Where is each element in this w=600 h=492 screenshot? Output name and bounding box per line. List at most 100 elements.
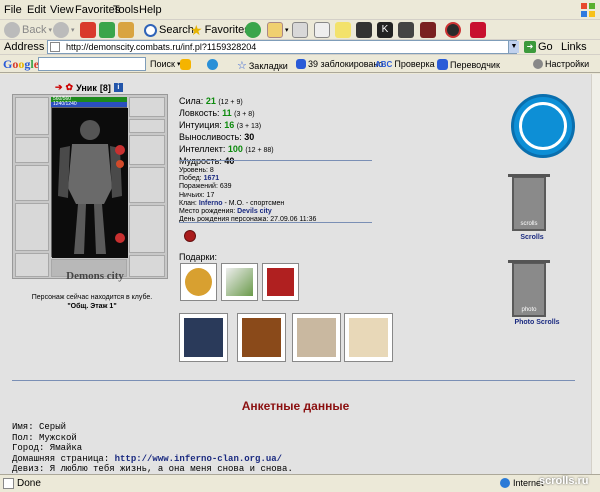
google-bookmarks-button[interactable]: ☆ Закладки <box>237 59 288 72</box>
favorites-button[interactable]: ★ Favorites <box>190 22 250 38</box>
armor-slot[interactable] <box>15 203 49 251</box>
google-button-1[interactable] <box>180 59 191 70</box>
chevron-down-icon: ▾ <box>71 27 75 34</box>
gift-item[interactable] <box>179 313 228 362</box>
back-button[interactable]: Back ▾ <box>4 22 52 38</box>
forward-button[interactable]: ▾ <box>53 22 75 38</box>
character-name: ➔ ✿ Уник [8] i <box>55 82 123 93</box>
print-button[interactable] <box>292 22 308 38</box>
location-text: Персонаж сейчас находится в клубе. <box>31 294 153 301</box>
google-search-button[interactable]: Поиск ▾ <box>150 59 180 69</box>
blocker-icon <box>296 59 306 69</box>
menu-file[interactable]: File <box>4 4 22 16</box>
mail-icon <box>267 22 283 38</box>
translator-button[interactable]: Переводчик <box>437 59 500 70</box>
gift-item[interactable] <box>221 263 258 301</box>
tool-button-5[interactable] <box>445 22 461 38</box>
legs-slot[interactable] <box>129 205 165 253</box>
medal-icon[interactable] <box>184 230 196 242</box>
google-button-2[interactable] <box>207 59 218 70</box>
info-icon[interactable]: i <box>113 83 123 92</box>
stat-row: Интуиция: 16 (3 + 13) <box>179 120 262 130</box>
menu-help[interactable]: Help <box>139 4 162 16</box>
toolbar: Back ▾ ▾ Search ★ Favorites ▾ K <box>0 20 600 40</box>
tool-button-4[interactable] <box>420 22 436 38</box>
menu-edit[interactable]: Edit <box>27 4 46 16</box>
profile-block: Имя: Серый Пол: Мужской Город: Ямайка До… <box>12 422 293 474</box>
vertical-scrollbar[interactable] <box>591 74 600 474</box>
shield-slot[interactable] <box>129 167 165 203</box>
toolbar-icon <box>180 59 191 70</box>
stat-row: Сила: 21 (12 + 9) <box>179 96 243 106</box>
toolbar-icon <box>207 59 218 70</box>
popup-blocker-button[interactable]: 39 заблокировано <box>296 59 383 69</box>
go-arrow-icon: ➜ <box>524 41 536 53</box>
info-block: Уровень: 8 Побед: 1671 Поражений: 639 Ни… <box>179 167 316 224</box>
google-search-input[interactable] <box>38 57 146 71</box>
photo-scrolls-label[interactable]: Photo Scrolls <box>507 319 567 326</box>
gift-card-image <box>297 318 336 357</box>
k-app-icon: K <box>377 22 393 38</box>
gift-item[interactable] <box>292 313 341 362</box>
menu-tools[interactable]: Tools <box>113 4 139 16</box>
print-icon <box>292 22 308 38</box>
gift-item[interactable] <box>344 313 393 362</box>
history-button[interactable] <box>245 22 261 38</box>
mail-button[interactable]: ▾ <box>267 22 289 38</box>
address-dropdown-button[interactable]: ▼ <box>508 41 519 53</box>
tool-button-6[interactable] <box>470 22 486 38</box>
photo-scrolls-banner-icon[interactable]: photo <box>508 260 550 317</box>
gift-item[interactable] <box>237 313 286 362</box>
weapon-slot[interactable] <box>15 165 49 201</box>
city-name: Demons city <box>66 270 124 282</box>
star-icon: ☆ <box>237 60 247 72</box>
search-button[interactable]: Search <box>144 22 194 38</box>
settings-button[interactable]: Настройки <box>533 59 589 69</box>
globe-icon <box>500 478 510 488</box>
spellcheck-icon: ABC <box>375 59 393 69</box>
profile-name: Имя: Серый <box>12 422 67 432</box>
scrolls-label[interactable]: Scrolls <box>515 234 549 241</box>
rings-slot[interactable] <box>129 119 165 133</box>
tool-button-1[interactable] <box>356 22 372 38</box>
menu-bar: File Edit View Favorites Tools Help <box>0 0 600 20</box>
links-button[interactable]: Links <box>561 41 587 53</box>
tool-button-2[interactable]: K <box>377 22 393 38</box>
go-button[interactable]: ➜ Go <box>524 41 553 53</box>
address-label: Address <box>4 41 45 53</box>
address-input[interactable]: http://demonscity.combats.ru/inf.pl?1159… <box>47 40 517 54</box>
edit-button[interactable] <box>314 22 330 38</box>
gloves-slot[interactable] <box>129 135 165 165</box>
birthday-text: День рождения персонажа: 27.09.06 11:36 <box>179 216 317 224</box>
stop-button[interactable] <box>80 22 96 38</box>
arrow-icon: ➔ <box>55 82 63 92</box>
bracers-slot[interactable] <box>15 137 49 163</box>
scrolls-banner-icon[interactable]: scrolls <box>508 174 550 231</box>
gifts-label: Подарки: <box>179 252 218 262</box>
note-icon <box>335 22 351 38</box>
clan-link[interactable]: Inferno <box>199 200 223 207</box>
home-button[interactable] <box>118 22 134 38</box>
profile-homepage: Домашняя страница: http://www.inferno-cl… <box>12 453 283 464</box>
notes-button[interactable] <box>335 22 351 38</box>
stat-row: Интеллект: 100 (12 + 88) <box>179 144 274 154</box>
losses-text: Поражений: 639 <box>179 183 232 191</box>
armored-knight-image <box>52 108 128 258</box>
profile-sex: Пол: Мужской <box>12 432 77 443</box>
back-arrow-icon <box>4 22 20 38</box>
spellcheck-button[interactable]: ABC Проверка <box>375 59 435 69</box>
tool-button-3[interactable] <box>398 22 414 38</box>
amulet-slot[interactable] <box>129 97 165 117</box>
helmet-slot[interactable] <box>15 97 49 135</box>
edit-icon <box>314 22 330 38</box>
profile-motto: Девиз: Я люблю тебя жизнь, а она меня сн… <box>12 464 293 474</box>
homepage-link[interactable]: http://www.inferno-clan.org.ua/ <box>115 454 282 464</box>
stop-icon <box>80 22 96 38</box>
status-text: Done <box>17 478 41 489</box>
refresh-button[interactable] <box>99 22 115 38</box>
gift-item[interactable] <box>180 263 217 301</box>
menu-view[interactable]: View <box>50 4 74 16</box>
app-icon <box>420 22 436 38</box>
gift-item[interactable] <box>262 263 299 301</box>
site-logo-icon <box>511 94 575 158</box>
